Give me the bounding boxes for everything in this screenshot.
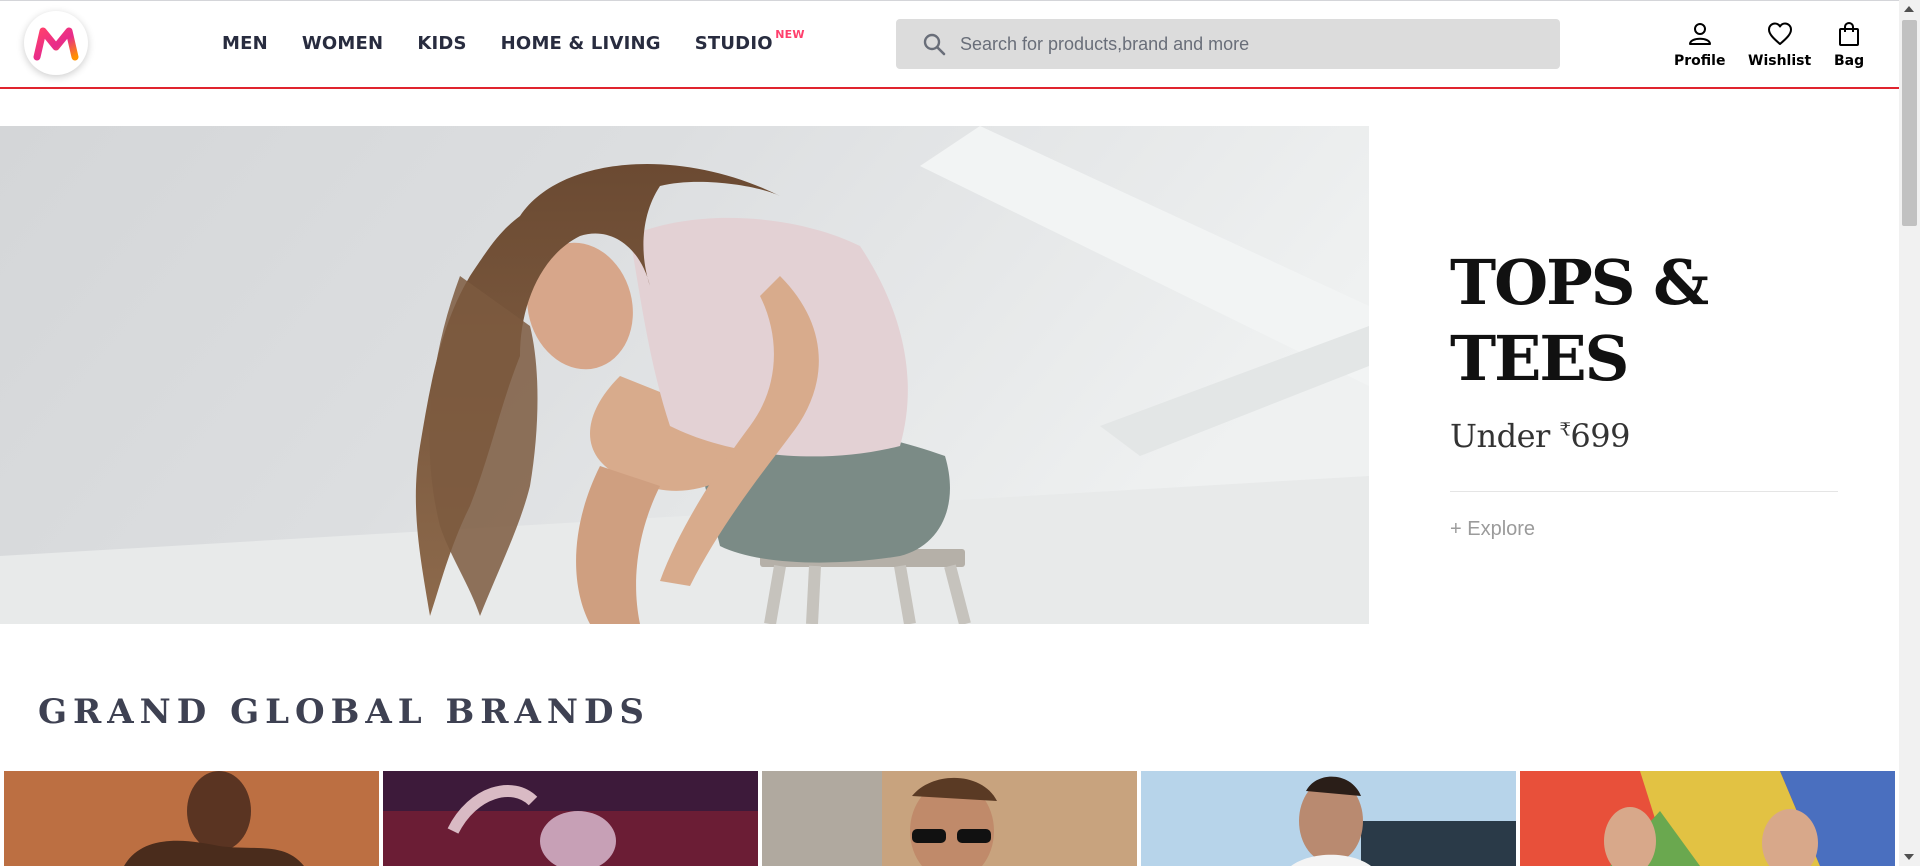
search-input[interactable] [958, 32, 1542, 56]
brand-tile-4[interactable] [1141, 771, 1516, 866]
nav-item-women[interactable]: WOMEN [302, 33, 383, 54]
search-bar[interactable] [896, 19, 1560, 69]
scroll-down-arrow-icon[interactable] [1904, 854, 1914, 860]
brand-tile-1[interactable] [4, 771, 379, 866]
brand-tile-3[interactable] [762, 771, 1137, 866]
brand-tile-5[interactable] [1520, 771, 1895, 866]
hero-text-block: TOPS & TEES Under ₹699 + Explore [1450, 245, 1838, 541]
nav-item-kids[interactable]: KIDS [417, 33, 466, 54]
hero-price-line: Under ₹699 [1450, 417, 1630, 455]
nav-item-studio[interactable]: STUDIO NEW [695, 28, 805, 54]
scroll-up-arrow-icon[interactable] [1904, 6, 1914, 12]
brand-tile-image [383, 771, 758, 866]
scrollbar-thumb[interactable] [1902, 20, 1917, 226]
explore-link[interactable]: + Explore [1450, 518, 1838, 541]
hero-divider [1450, 491, 1838, 492]
bag-icon [1839, 21, 1860, 46]
logo-m-icon [33, 27, 79, 61]
bag-button[interactable]: Bag [1834, 21, 1864, 69]
wishlist-button[interactable]: Wishlist [1748, 21, 1811, 69]
page-scrollbar[interactable] [1899, 0, 1920, 866]
brand-tile-image [762, 771, 1137, 866]
nav-item-home-living[interactable]: HOME & LIVING [501, 33, 661, 54]
hero-title: TOPS & TEES [1450, 246, 1709, 395]
hero-price: 699 [1570, 417, 1630, 455]
brand-tile-image [4, 771, 379, 866]
myntra-logo[interactable] [24, 11, 88, 75]
hero-model-photo [0, 126, 1369, 624]
brand-tile-image [1520, 771, 1895, 866]
search-icon [923, 33, 946, 56]
hero-banner-image[interactable] [0, 126, 1369, 624]
currency-symbol: ₹ [1559, 419, 1571, 441]
profile-button[interactable]: Profile [1674, 21, 1725, 69]
site-header: MEN WOMEN KIDS HOME & LIVING STUDIO NEW … [0, 1, 1899, 89]
new-badge: NEW [775, 27, 805, 41]
brand-tile-2[interactable] [383, 771, 758, 866]
nav-item-men[interactable]: MEN [222, 33, 268, 54]
heart-icon [1767, 22, 1792, 45]
brand-tile-image [1141, 771, 1516, 866]
profile-icon [1688, 23, 1711, 45]
main-nav: MEN WOMEN KIDS HOME & LIVING STUDIO NEW [222, 1, 807, 85]
section-title-grand-global-brands: GRAND GLOBAL BRANDS [38, 692, 650, 732]
